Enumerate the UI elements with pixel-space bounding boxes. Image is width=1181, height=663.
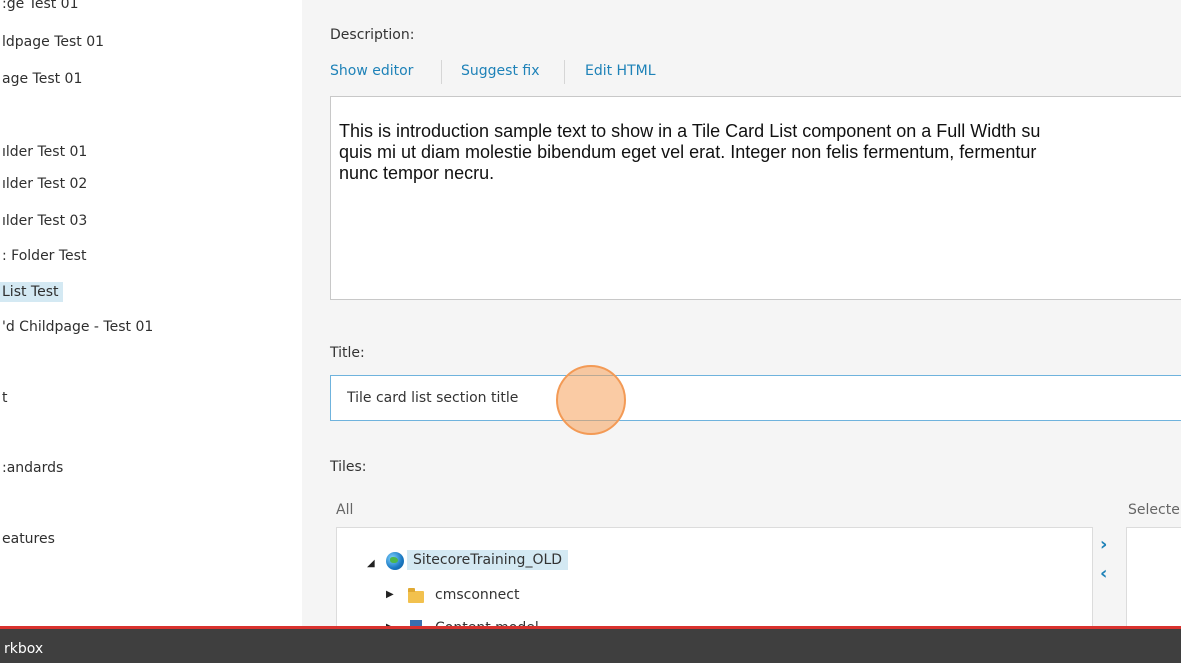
tree-item[interactable]: age Test 01 bbox=[0, 69, 86, 89]
description-label: Description: bbox=[330, 27, 415, 43]
folder-icon bbox=[408, 588, 424, 603]
tree-node-label[interactable]: Content model bbox=[429, 618, 545, 626]
tree-item[interactable]: :ge Test 01 bbox=[0, 0, 83, 14]
show-editor-link[interactable]: Show editor bbox=[330, 63, 413, 79]
tree-item[interactable]: ılder Test 01 bbox=[0, 142, 91, 162]
tiles-label: Tiles: bbox=[330, 459, 367, 475]
description-text: This is introduction sample text to show… bbox=[339, 121, 1041, 183]
field-editor-pane: Description: Show editor Suggest fix Edi… bbox=[302, 0, 1181, 626]
title-input[interactable] bbox=[330, 375, 1181, 421]
remove-item-arrow-icon[interactable]: ‹ bbox=[1100, 565, 1107, 583]
expand-icon[interactable]: ▶ bbox=[386, 589, 394, 600]
add-item-arrow-icon[interactable]: › bbox=[1100, 536, 1107, 554]
selected-tiles-list[interactable] bbox=[1126, 527, 1181, 626]
description-editor[interactable]: This is introduction sample text to show… bbox=[330, 96, 1181, 300]
workbox-label[interactable]: rkbox bbox=[4, 641, 43, 657]
edit-html-link[interactable]: Edit HTML bbox=[585, 63, 656, 79]
selected-list-label: Selecte bbox=[1128, 502, 1180, 518]
tree-item[interactable]: ldpage Test 01 bbox=[0, 32, 108, 52]
tree-item[interactable]: 'd Childpage - Test 01 bbox=[0, 317, 157, 337]
tree-item[interactable]: : Folder Test bbox=[0, 246, 90, 266]
tree-item[interactable]: ılder Test 02 bbox=[0, 174, 91, 194]
tree-item[interactable]: ılder Test 03 bbox=[0, 211, 91, 231]
collapse-icon[interactable]: ◢ bbox=[367, 558, 375, 569]
all-list-label: All bbox=[336, 502, 354, 518]
tiles-tree-panel: ◢ SitecoreTraining_OLD ▶ cmsconnect ▶ Co… bbox=[336, 527, 1093, 626]
link-divider bbox=[441, 60, 442, 84]
tree-item[interactable]: :andards bbox=[0, 458, 67, 478]
bottom-bar: rkbox bbox=[0, 629, 1181, 663]
globe-icon bbox=[386, 552, 404, 570]
content-tree: :ge Test 01 ldpage Test 01 age Test 01 ı… bbox=[0, 0, 302, 626]
suggest-fix-link[interactable]: Suggest fix bbox=[461, 63, 539, 79]
tree-item-selected[interactable]: List Test bbox=[0, 282, 63, 302]
tree-item[interactable]: eatures bbox=[0, 529, 59, 549]
title-label: Title: bbox=[330, 345, 365, 361]
tree-node-label[interactable]: cmsconnect bbox=[429, 585, 525, 605]
tree-node-label[interactable]: SitecoreTraining_OLD bbox=[407, 550, 569, 570]
link-divider bbox=[564, 60, 565, 84]
tree-item[interactable]: t bbox=[0, 388, 12, 408]
